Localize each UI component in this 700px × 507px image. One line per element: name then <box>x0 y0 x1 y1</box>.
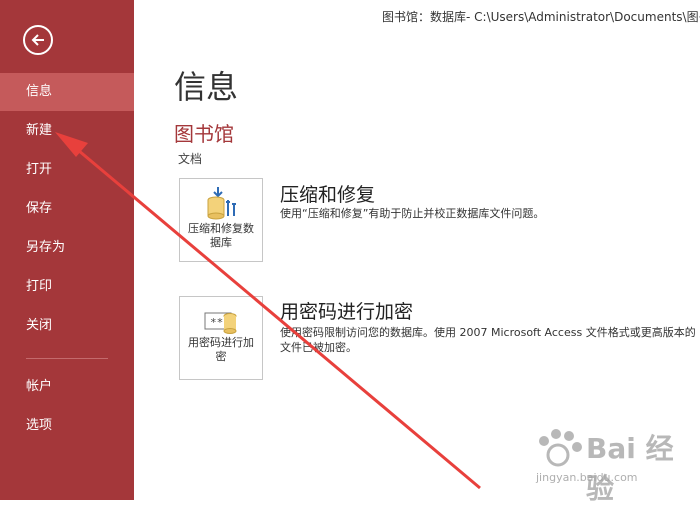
watermark-text: Bai 经验 <box>586 432 674 505</box>
paw-logo-icon <box>539 429 582 467</box>
baidu-jingyan-watermark: Bai 经验 jingyan.baidu.com <box>530 425 695 505</box>
watermark-url: jingyan.baidu.com <box>536 471 638 484</box>
